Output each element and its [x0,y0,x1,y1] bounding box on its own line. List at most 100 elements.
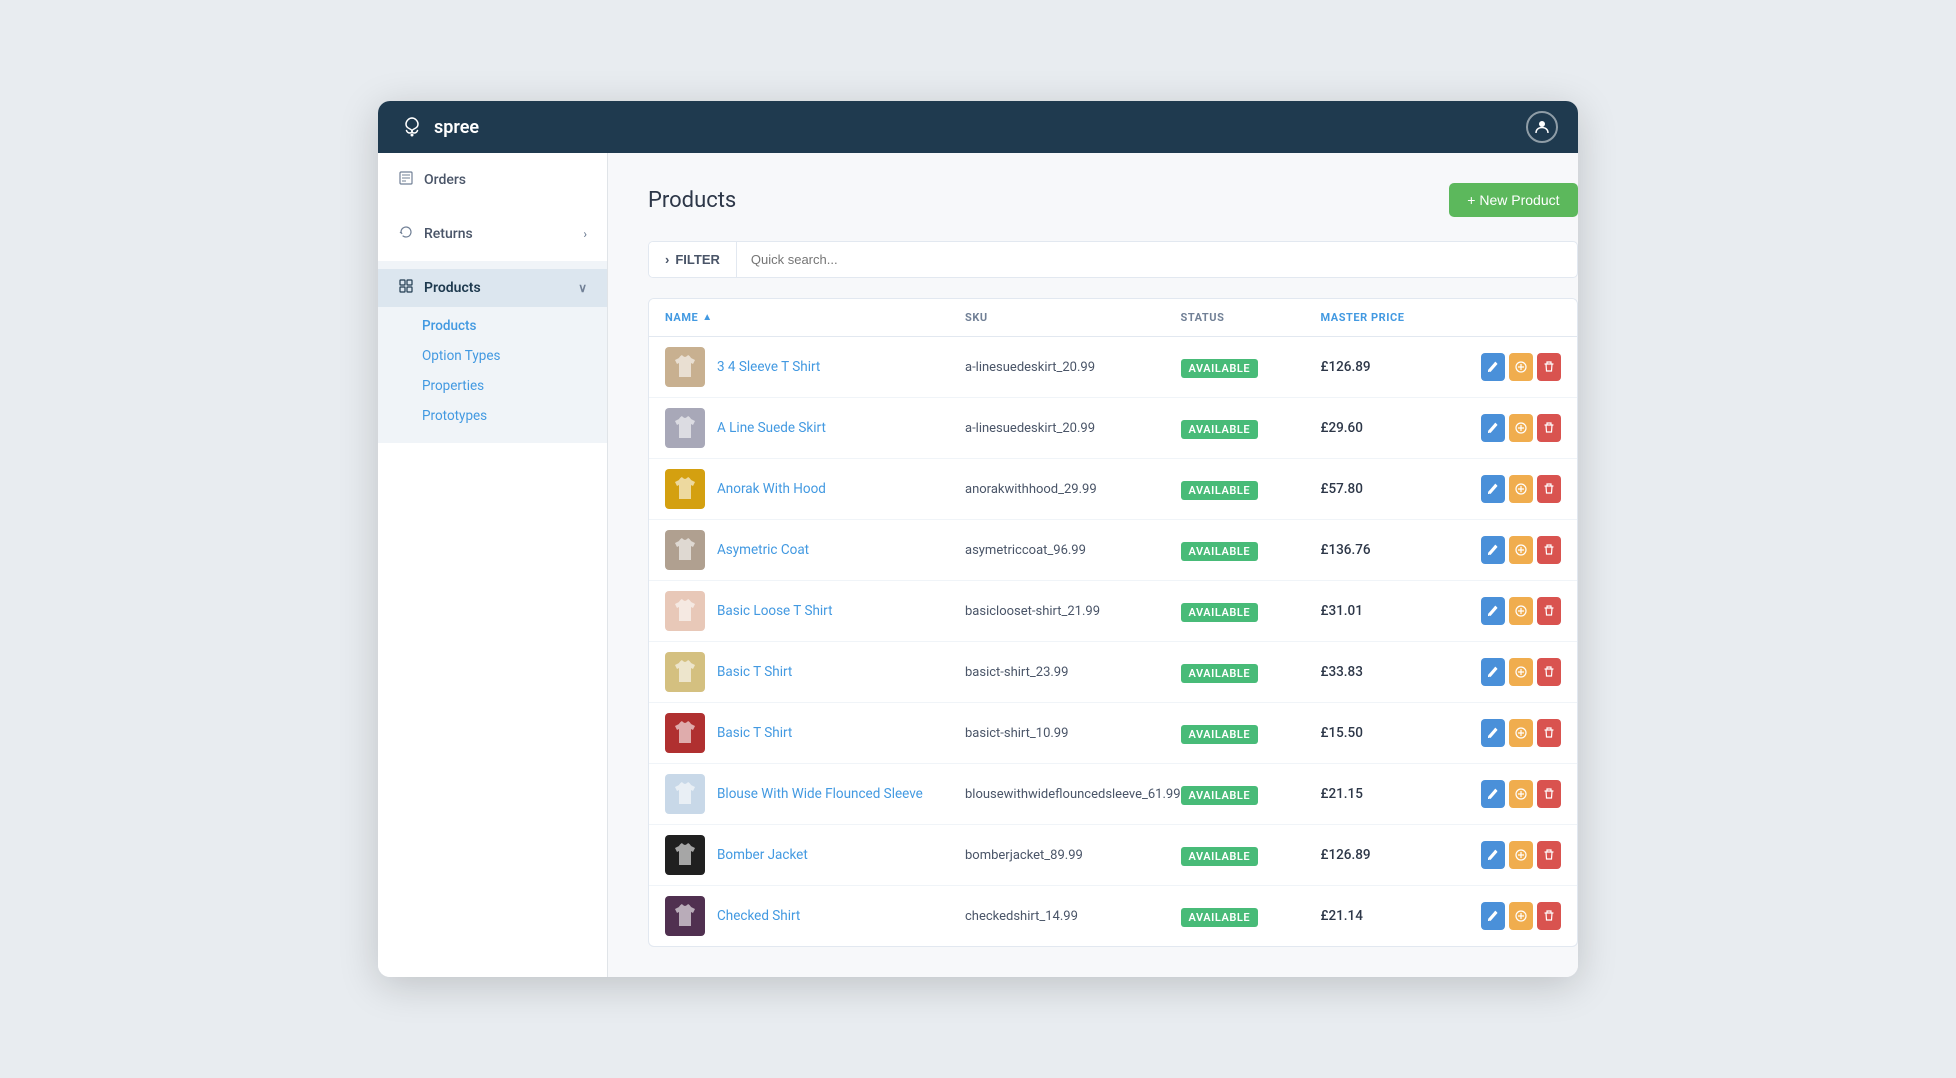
products-section-label: Products [424,280,481,296]
product-name-link[interactable]: Anorak With Hood [717,481,826,497]
col-header-actions [1481,311,1561,324]
status-badge: AVAILABLE [1181,542,1259,561]
delete-button[interactable] [1537,780,1561,808]
product-name-link[interactable]: Bomber Jacket [717,847,808,863]
product-actions [1481,658,1561,686]
col-header-sku[interactable]: SKU [965,311,1181,324]
table-row: Blouse With Wide Flounced Sleeve blousew… [649,764,1577,825]
table-row: 3 4 Sleeve T Shirt a-linesuedeskirt_20.9… [649,337,1577,398]
product-actions [1481,353,1561,381]
col-sku-label: SKU [965,311,988,324]
product-actions [1481,536,1561,564]
products-table: NAME ▲ SKU STATUS MASTER PRICE [648,298,1578,947]
copy-button[interactable] [1509,658,1533,686]
search-input[interactable] [737,242,1577,277]
delete-button[interactable] [1537,475,1561,503]
main-layout: Orders Returns › [378,153,1578,977]
table-row: A Line Suede Skirt a-linesuedeskirt_20.9… [649,398,1577,459]
copy-button[interactable] [1509,597,1533,625]
product-name-link[interactable]: Blouse With Wide Flounced Sleeve [717,786,923,802]
copy-button[interactable] [1509,414,1533,442]
user-avatar[interactable] [1526,111,1558,143]
delete-button[interactable] [1537,902,1561,930]
col-price-label: MASTER PRICE [1321,311,1405,324]
product-actions [1481,414,1561,442]
product-status: AVAILABLE [1181,540,1321,561]
col-header-price[interactable]: MASTER PRICE [1321,311,1481,324]
product-sku: blousewithwideflouncedsleeve_61.99 [965,787,1181,802]
sidebar-item-orders[interactable]: Orders [378,161,607,199]
product-name-link[interactable]: Basic Loose T Shirt [717,603,833,619]
delete-button[interactable] [1537,719,1561,747]
col-name-label: NAME [665,311,698,324]
edit-button[interactable] [1481,475,1505,503]
status-badge: AVAILABLE [1181,603,1259,622]
top-bar: spree [378,101,1578,153]
product-thumbnail [665,713,705,753]
table-row: Basic T Shirt basict-shirt_10.99 AVAILAB… [649,703,1577,764]
copy-button[interactable] [1509,353,1533,381]
status-badge: AVAILABLE [1181,664,1259,683]
delete-button[interactable] [1537,841,1561,869]
new-product-button[interactable]: + New Product [1449,183,1577,217]
sidebar-section-orders: Orders [378,153,607,207]
spree-icon [398,113,426,141]
products-submenu: Products Option Types Properties Prototy… [378,307,607,435]
product-name-cell: Basic T Shirt [665,713,965,753]
copy-button[interactable] [1509,780,1533,808]
sidebar-item-option-types[interactable]: Option Types [378,341,607,371]
product-name-link[interactable]: 3 4 Sleeve T Shirt [717,359,820,375]
product-price: £57.80 [1321,481,1481,497]
product-thumbnail [665,896,705,936]
product-name-link[interactable]: A Line Suede Skirt [717,420,826,436]
product-name-link[interactable]: Basic T Shirt [717,725,792,741]
sidebar-item-returns[interactable]: Returns › [378,215,607,253]
edit-button[interactable] [1481,536,1505,564]
product-name-cell: Blouse With Wide Flounced Sleeve [665,774,965,814]
col-header-name[interactable]: NAME ▲ [665,311,965,324]
edit-button[interactable] [1481,353,1505,381]
sidebar-item-products[interactable]: Products [378,311,607,341]
copy-button[interactable] [1509,841,1533,869]
product-actions [1481,902,1561,930]
returns-label: Returns [424,226,473,242]
sidebar-section-products: Products ∨ Products Option Types Propert… [378,261,607,443]
col-status-label: STATUS [1181,311,1225,324]
product-thumbnail [665,530,705,570]
delete-button[interactable] [1537,536,1561,564]
edit-button[interactable] [1481,597,1505,625]
product-name-cell: Asymetric Coat [665,530,965,570]
copy-button[interactable] [1509,902,1533,930]
sidebar-item-prototypes[interactable]: Prototypes [378,401,607,431]
edit-button[interactable] [1481,719,1505,747]
sort-arrow-icon: ▲ [702,312,712,323]
returns-icon [398,225,414,243]
edit-button[interactable] [1481,414,1505,442]
sidebar-item-properties[interactable]: Properties [378,371,607,401]
edit-button[interactable] [1481,780,1505,808]
delete-button[interactable] [1537,658,1561,686]
filter-button[interactable]: › FILTER [649,242,737,277]
table-row: Anorak With Hood anorakwithhood_29.99 AV… [649,459,1577,520]
delete-button[interactable] [1537,353,1561,381]
copy-button[interactable] [1509,536,1533,564]
delete-button[interactable] [1537,597,1561,625]
sidebar-item-products-header[interactable]: Products ∨ [378,269,607,307]
product-sku: bomberjacket_89.99 [965,848,1181,863]
copy-button[interactable] [1509,719,1533,747]
product-price: £33.83 [1321,664,1481,680]
product-name-link[interactable]: Basic T Shirt [717,664,792,680]
col-header-status[interactable]: STATUS [1181,311,1321,324]
product-price: £15.50 [1321,725,1481,741]
delete-button[interactable] [1537,414,1561,442]
edit-button[interactable] [1481,902,1505,930]
edit-button[interactable] [1481,658,1505,686]
orders-label: Orders [424,172,466,188]
status-badge: AVAILABLE [1181,908,1259,927]
copy-button[interactable] [1509,475,1533,503]
edit-button[interactable] [1481,841,1505,869]
product-price: £31.01 [1321,603,1481,619]
product-name-link[interactable]: Checked Shirt [717,908,800,924]
products-icon [398,279,414,297]
product-name-link[interactable]: Asymetric Coat [717,542,809,558]
